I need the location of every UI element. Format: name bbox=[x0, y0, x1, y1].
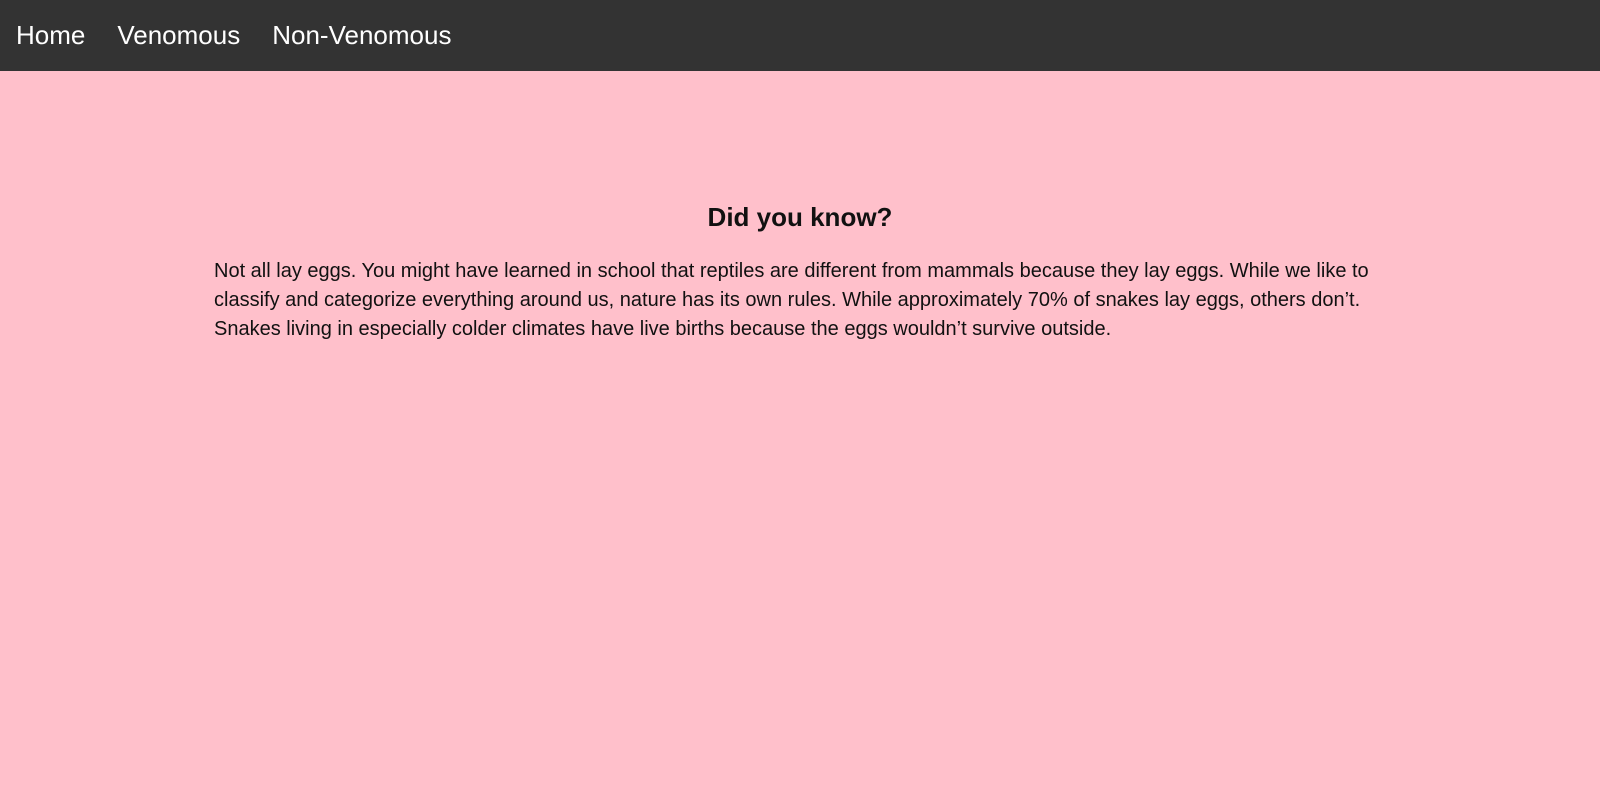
main-content: Did you know? Not all lay eggs. You migh… bbox=[214, 195, 1386, 344]
fact-paragraph: Not all lay eggs. You might have learned… bbox=[214, 260, 1369, 340]
nav-link-non-venomous[interactable]: Non-Venomous bbox=[272, 0, 451, 71]
top-navigation-bar: Home Venomous Non-Venomous bbox=[0, 0, 1600, 71]
nav-link-venomous[interactable]: Venomous bbox=[117, 0, 240, 71]
nav-link-home[interactable]: Home bbox=[16, 0, 85, 71]
page-title: Did you know? bbox=[707, 202, 893, 232]
